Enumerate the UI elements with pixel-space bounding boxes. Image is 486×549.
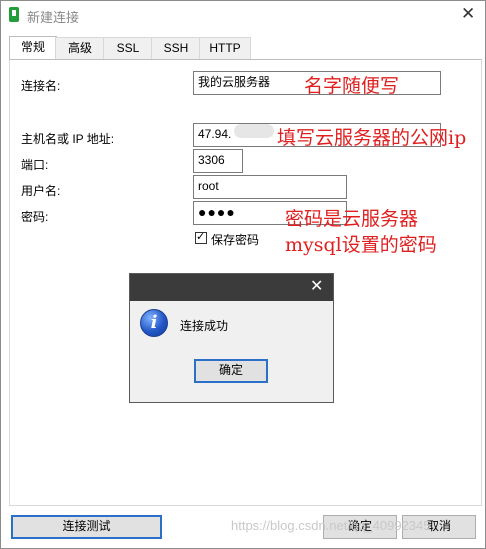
tab-http[interactable]: HTTP: [199, 37, 251, 59]
connection-success-dialog: ✕ i 连接成功 确定: [129, 273, 334, 403]
tab-ssh[interactable]: SSH: [151, 37, 201, 59]
host-hint-annotation: 填写云服务器的公网ip: [277, 127, 467, 149]
host-label: 主机名或 IP 地址:: [21, 132, 115, 146]
redaction-blur: [234, 124, 274, 138]
save-password-label: 保存密码: [211, 233, 260, 247]
app-icon: [9, 7, 19, 22]
test-connection-button[interactable]: 连接测试: [11, 515, 162, 539]
dialog-close-icon[interactable]: ✕: [310, 276, 323, 296]
window-title: 新建连接: [27, 10, 80, 25]
dialog-ok-button[interactable]: 确定: [194, 359, 268, 383]
tab-ssl[interactable]: SSL: [103, 37, 153, 59]
title-bar: 新建连接 ✕: [1, 1, 485, 30]
new-connection-window: 新建连接 ✕ 常规 高级 SSL SSH HTTP 连接名: 我的云服务器 名字…: [0, 0, 486, 549]
info-icon: i: [140, 309, 168, 337]
password-hint-line2: mysql设置的密码: [285, 234, 437, 256]
username-label: 用户名:: [21, 184, 61, 198]
port-label: 端口:: [21, 158, 49, 172]
username-field[interactable]: root: [193, 175, 347, 199]
close-icon[interactable]: ✕: [461, 4, 475, 24]
connection-name-label: 连接名:: [21, 79, 61, 93]
tab-advanced[interactable]: 高级: [55, 37, 105, 59]
port-field[interactable]: 3306: [193, 149, 243, 173]
dialog-message: 连接成功: [180, 319, 229, 333]
save-password-checkbox[interactable]: [195, 230, 207, 244]
watermark: https://blog.csdn.net/qq_40992345: [231, 518, 431, 533]
dialog-title-bar: ✕: [130, 274, 333, 301]
name-hint-annotation: 名字随便写: [304, 75, 400, 97]
tab-general[interactable]: 常规: [9, 36, 57, 60]
password-hint-line1: 密码是云服务器: [285, 208, 419, 230]
password-label: 密码:: [21, 210, 49, 224]
